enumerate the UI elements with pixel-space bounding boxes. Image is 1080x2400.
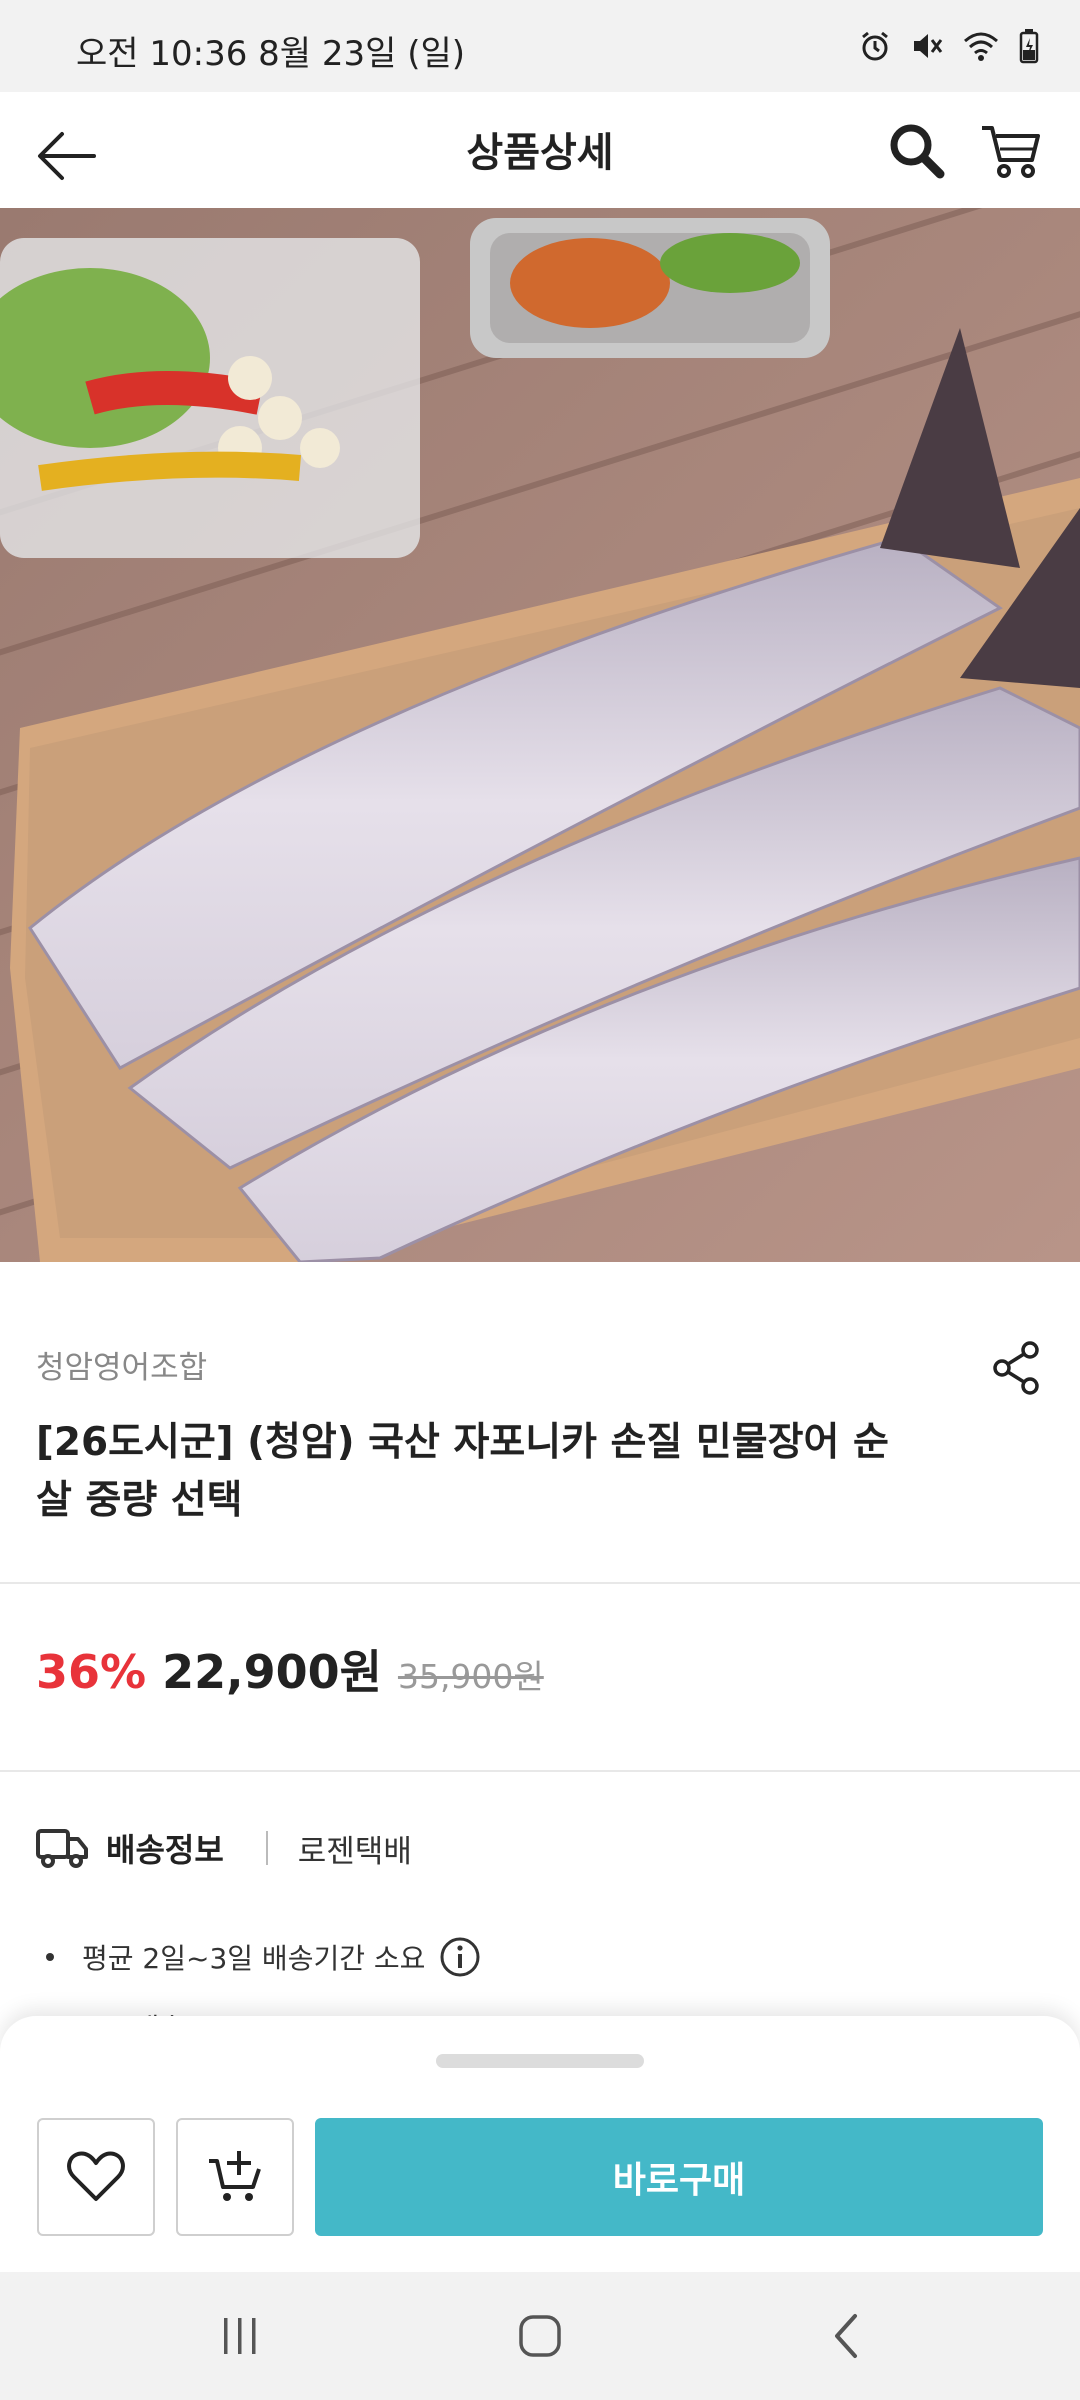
original-price: 35,900원 [397,1657,544,1696]
search-icon [890,124,945,179]
product-image[interactable] [0,208,1080,1262]
app-header: 상품상세 [0,92,1080,208]
truck-icon [36,1829,88,1868]
seller-name[interactable]: 청암영어조합 [36,1342,207,1387]
status-icons [858,28,1040,64]
battery-icon [1019,29,1039,64]
home-icon [519,2315,561,2357]
system-back-button[interactable] [806,2304,886,2368]
price-row: 36% 22,900원 35,900원 [36,1636,544,1702]
system-nav-bar [0,2272,1080,2400]
home-button[interactable] [500,2304,580,2368]
cart-icon [982,126,1040,178]
list-item: 평균 2일~3일 배송기간 소요 [46,1922,946,1992]
wifi-icon [964,32,998,61]
cart-plus-icon [209,2151,261,2201]
delivery-company: 로젠택배 [297,1833,412,1870]
add-to-cart-button[interactable] [176,2118,294,2236]
heart-icon [67,2151,125,2201]
mute-icon [914,34,943,58]
alarm-icon [862,31,888,61]
cart-button[interactable] [976,116,1046,186]
sale-price: 22,900원 [162,1645,382,1699]
bottom-action-sheet: 바로구매 [0,2016,1080,2272]
product-title: [26도시군] (청암) 국산 자포니카 손질 민물장어 순살 중량 선택 [36,1420,889,1523]
share-button[interactable] [990,1340,1042,1396]
recent-apps-icon [224,2318,256,2354]
divider [0,1582,1080,1584]
delivery-label: 배송정보 [106,1831,224,1869]
search-button[interactable] [882,116,952,186]
status-time: 오전 10:36 8월 23일 (일) [76,34,466,74]
discount-rate: 36% [36,1645,147,1699]
share-icon [993,1341,1039,1395]
delivery-separator [265,1831,268,1865]
wishlist-button[interactable] [37,2118,155,2236]
status-bar: 오전 10:36 8월 23일 (일) [0,0,1080,92]
recent-apps-button[interactable] [200,2304,280,2368]
delivery-info: 배송정보 로젠택배 [36,1820,412,1876]
sheet-handle[interactable] [436,2054,644,2068]
buy-now-button[interactable]: 바로구매 [315,2118,1043,2236]
delivery-period-text: 평균 2일~3일 배송기간 소요 [82,1942,426,1975]
divider [0,1770,1080,1772]
chevron-left-icon [835,2314,857,2358]
info-icon[interactable] [439,1936,481,1978]
product-photo-eel [0,208,1080,1262]
